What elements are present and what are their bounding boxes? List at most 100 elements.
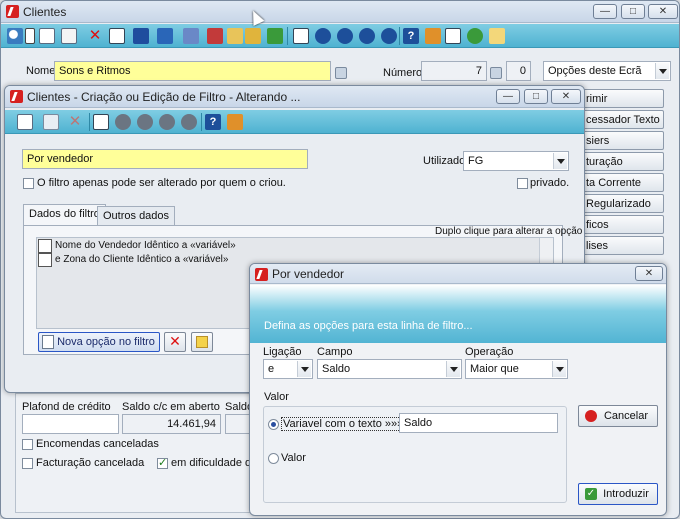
delete-icon[interactable]: ✕ — [87, 28, 103, 44]
chevron-down-icon[interactable] — [552, 361, 566, 377]
nome-field[interactable]: Sons e Ritmos — [54, 61, 331, 81]
refresh-icon[interactable] — [267, 28, 283, 44]
valor-radio[interactable] — [268, 453, 279, 464]
last-record-icon[interactable] — [381, 28, 397, 44]
dialog-banner: Defina as opções para esta linha de filt… — [250, 285, 666, 343]
lookup-icon[interactable] — [335, 67, 347, 79]
facturacao-label: Facturação cancelada — [36, 457, 145, 469]
close-button[interactable]: ✕ — [648, 4, 678, 19]
operacao-value: Maior que — [470, 363, 519, 375]
opcoes-combo[interactable]: Opções deste Ecrã — [543, 61, 671, 81]
row-selector — [38, 253, 52, 267]
sync-icon[interactable] — [467, 28, 483, 44]
app-icon — [255, 268, 268, 281]
cancel-icon — [585, 410, 597, 422]
close-button[interactable]: ✕ — [551, 89, 581, 104]
maximize-button[interactable]: □ — [621, 4, 645, 19]
tools-icon[interactable] — [227, 114, 243, 130]
dificuldade-checkbox[interactable]: ✓ — [157, 458, 168, 469]
new-document-icon[interactable] — [39, 28, 55, 44]
operacao-combo[interactable]: Maior que — [465, 359, 568, 379]
table-icon[interactable] — [133, 28, 149, 44]
campo-value: Saldo — [322, 363, 351, 375]
introduzir-button[interactable]: ✓ Introduzir — [578, 483, 658, 505]
minimize-button[interactable]: — — [593, 4, 617, 19]
mail-icon[interactable] — [227, 28, 243, 44]
preview-icon[interactable] — [293, 28, 309, 44]
dialog-titlebar: Por vendedor ✕ — [250, 264, 666, 284]
first-record-icon[interactable] — [315, 28, 331, 44]
previous-record-icon[interactable] — [337, 28, 353, 44]
campo-combo[interactable]: Saldo — [317, 359, 462, 379]
variavel-radio[interactable] — [268, 419, 279, 430]
side-button-processador-texto[interactable]: cessador Texto — [577, 110, 664, 129]
chevron-down-icon[interactable] — [655, 63, 669, 79]
list-item[interactable]: Nome do Vendedor Idêntico a «variável» — [37, 239, 553, 253]
filter-toolbar: ✕ ? — [5, 110, 584, 134]
note-icon[interactable] — [489, 28, 505, 44]
copy-icon[interactable] — [43, 114, 59, 130]
org-chart-icon[interactable] — [207, 28, 223, 44]
chevron-down-icon[interactable] — [553, 153, 567, 169]
tab-outros-dados[interactable]: Outros dados — [97, 206, 176, 226]
chevron-down-icon[interactable] — [297, 361, 311, 377]
ligacao-combo[interactable]: e — [263, 359, 313, 379]
chevron-down-icon[interactable] — [446, 361, 460, 377]
next-record-icon[interactable] — [359, 28, 375, 44]
utilizador-combo[interactable]: FG — [463, 151, 569, 171]
nova-opcao-button[interactable]: Nova opção no filtro — [38, 332, 160, 352]
numero-field[interactable]: 7 — [421, 61, 487, 81]
filter-titlebar: Clientes - Criação ou Edição de Filtro -… — [5, 86, 584, 108]
folder-open-icon[interactable] — [245, 28, 261, 44]
copy-icon[interactable] — [61, 28, 77, 44]
encomendas-checkbox[interactable] — [22, 439, 33, 450]
help-icon[interactable]: ? — [403, 28, 419, 44]
numero-sub-field[interactable]: 0 — [506, 61, 531, 81]
dropdown-arrow-icon[interactable] — [25, 28, 35, 44]
dialog-title: Por vendedor — [272, 267, 345, 281]
plafond-field[interactable] — [22, 414, 119, 434]
close-button[interactable]: ✕ — [635, 266, 663, 281]
privado-checkbox[interactable] — [517, 178, 528, 189]
report-icon[interactable] — [445, 28, 461, 44]
side-button-imprimir[interactable]: rimir — [577, 89, 664, 108]
minimize-button[interactable]: — — [496, 89, 520, 104]
row-text: Nome do Vendedor Idêntico a «variável» — [55, 240, 236, 251]
variavel-text-field[interactable]: Saldo — [399, 413, 558, 433]
row-selector — [38, 239, 52, 253]
only-creator-checkbox[interactable] — [23, 178, 34, 189]
side-button-dossiers[interactable]: siers — [577, 131, 664, 150]
book-icon[interactable] — [183, 28, 199, 44]
facturacao-checkbox[interactable] — [22, 458, 33, 469]
apply-option-button[interactable] — [191, 332, 213, 352]
search-icon[interactable] — [7, 28, 23, 44]
cancelar-button[interactable]: Cancelar — [578, 405, 658, 427]
last-record-icon[interactable] — [181, 114, 197, 130]
edit-icon[interactable] — [109, 28, 125, 44]
preview-icon[interactable] — [93, 114, 109, 130]
next-record-icon[interactable] — [159, 114, 175, 130]
lookup-icon[interactable] — [490, 67, 502, 79]
first-record-icon[interactable] — [115, 114, 131, 130]
side-button-regularizado[interactable]: Regularizado — [577, 194, 664, 213]
variavel-label: Variavel com o texto »»» — [281, 417, 406, 431]
tab-dados-filtro[interactable]: Dados do filtro — [23, 204, 106, 226]
side-button-facturacao[interactable]: turação — [577, 152, 664, 171]
arrow-right-icon — [196, 336, 208, 348]
folder-icon[interactable] — [157, 28, 173, 44]
previous-record-icon[interactable] — [137, 114, 153, 130]
tools-icon[interactable] — [425, 28, 441, 44]
remove-option-button[interactable]: ✕ — [164, 332, 186, 352]
filter-name-field[interactable]: Por vendedor — [22, 149, 308, 169]
maximize-button[interactable]: □ — [524, 89, 548, 104]
side-button-analises[interactable]: lises — [577, 236, 664, 255]
toolbar-separator — [89, 113, 90, 131]
main-toolbar: ✕ ? — [1, 24, 679, 48]
delete-icon[interactable]: ✕ — [67, 114, 83, 130]
side-button-graficos[interactable]: ficos — [577, 215, 664, 234]
window-title: Clientes — [23, 5, 67, 19]
nome-label: Nome — [26, 65, 56, 77]
help-icon[interactable]: ? — [205, 114, 221, 130]
new-document-icon[interactable] — [17, 114, 33, 130]
side-button-conta-corrente[interactable]: ta Corrente — [577, 173, 664, 192]
